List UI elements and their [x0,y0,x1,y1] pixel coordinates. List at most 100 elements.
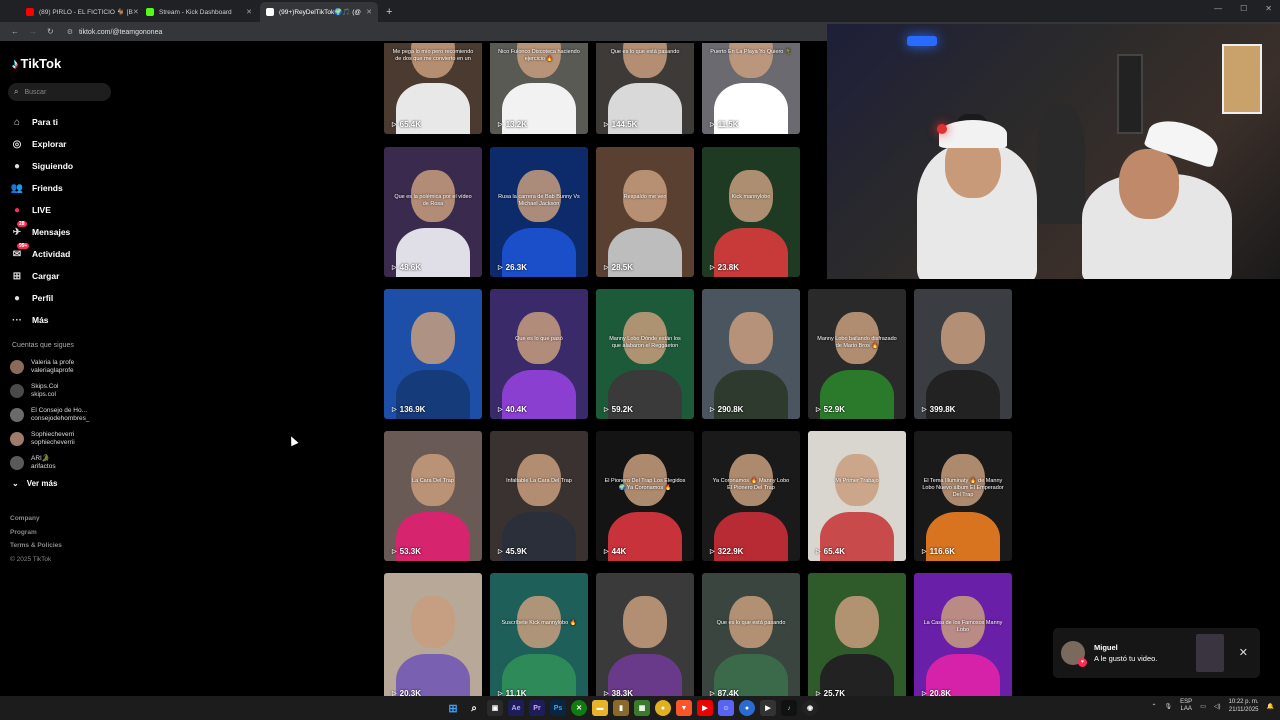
video-tile[interactable]: Mi Primer Trabajo ▷ 65.4K [808,431,906,561]
brave-icon[interactable]: ▼ [676,700,692,716]
close-icon[interactable]: ✕ [1239,646,1248,659]
view-count-value: 322.9K [717,547,744,556]
video-tile[interactable]: Manny Lobo Dónde están los que alabaron … [596,289,694,419]
video-tile[interactable]: ▷ 399.8K [914,289,1012,419]
video-tile[interactable]: ▷ 20.3K [384,573,482,696]
video-tile[interactable]: Me pega lo mío pero recomiendo de dos qu… [384,43,482,134]
nav-item-mensajes[interactable]: ✈ 28 Mensajes [10,221,73,243]
video-tile[interactable]: Ya Coronamos 🔥 Manny Lobo El Pionero Del… [702,431,800,561]
premiere-icon[interactable]: Pr [529,700,545,716]
back-icon[interactable]: ← [11,27,19,36]
following-account[interactable]: Skips.Col skips.col [10,379,90,403]
search-input[interactable]: ⌕ Buscar [8,83,111,101]
footer-link-program[interactable]: Program [10,526,62,540]
nav-item-parati[interactable]: ⌂ Para ti [10,111,73,133]
browser-tab[interactable]: Stream - Kick Dashboard ✕ [140,2,258,22]
view-count-value: 53.3K [399,547,421,556]
network-icon[interactable]: ▭ [1200,703,1206,710]
video-tile[interactable]: Kick mannylobo ▷ 23.8K [702,147,800,277]
play-icon: ▷ [604,265,609,271]
video-tile[interactable]: Rusa la carrera de Bab Bunny Vs Michael … [490,147,588,277]
video-tile[interactable]: El Tema Illuminaty 🔥 de Manny Lobo Nuevo… [914,431,1012,561]
search-icon[interactable]: ⌕ [466,700,482,716]
nav-item-explorar[interactable]: ◎ Explorar [10,133,73,155]
view-count-value: 20.3K [399,689,421,696]
video-tile[interactable]: ▷ 290.8K [702,289,800,419]
task-view-icon[interactable]: ▣ [487,700,503,716]
video-tile[interactable]: La Casa de los Famosos Manny Lobo ▷ 20.8K [914,573,1012,696]
chrome-icon[interactable]: ● [655,700,671,716]
language-indicator[interactable]: ESP LAA [1180,699,1192,713]
following-account[interactable]: Sophiecheverri sophiecheverrii [10,427,90,451]
video-tile[interactable]: Nico Fulonco Discoteca haciendo ejercici… [490,43,588,134]
nav-item-cargar[interactable]: ⊞ Cargar [10,265,73,287]
tab-title: (99+)ReyDelTikTok🌍🎵 (@ [279,9,361,16]
volume-icon[interactable]: ◁) [1214,703,1221,710]
photoshop-icon[interactable]: Ps [550,700,566,716]
site-info-icon[interactable]: ⚙ [67,29,73,36]
account-handle: arifactos [31,463,56,470]
video-tile[interactable]: Que es la polémica por el vídeo de Rosa ▷… [384,147,482,277]
file-explorer-icon[interactable]: ▬ [592,700,608,716]
video-tile[interactable]: ▷ 136.9K [384,289,482,419]
following-account[interactable]: Valeria la profe valeriaglaprofe [10,355,90,379]
obs-icon[interactable]: ◉ [802,700,818,716]
clock[interactable]: 10:22 p. m. 21/11/2025 [1228,698,1258,714]
video-tile[interactable]: Infaltable La Cara Del Trap ▷ 45.9K [490,431,588,561]
new-tab-button[interactable]: + [386,2,392,22]
browser-tab[interactable]: (89) PIRLO - EL FICTICIO 🐐 [B ✕ [20,2,138,22]
video-tile[interactable]: La Cara Del Trap ▷ 53.3K [384,431,482,561]
maximize-icon[interactable]: ☐ [1240,4,1247,13]
nav-item-actividad[interactable]: ✉ 99+ Actividad [10,243,73,265]
chrome-icon[interactable]: ● [739,700,755,716]
media-player-icon[interactable]: ▶ [760,700,776,716]
like-notification[interactable]: ♥ Miguel A le gustó tu video. ✕ [1053,628,1260,678]
minimize-icon[interactable]: — [1214,4,1222,13]
notification-bell-icon[interactable]: 🔔 [1267,703,1274,710]
tiktok-logo[interactable]: ♪ TikTok [12,56,61,71]
video-caption: Que es lo que está pasando [716,619,786,626]
footer-link-terms[interactable]: Terms & Policies [10,539,62,553]
video-tile[interactable]: Que es lo que pasó ▷ 40.4K [490,289,588,419]
nav-item-ms[interactable]: ··· Más [10,309,73,331]
after-effects-icon[interactable]: Ae [508,700,524,716]
nav-item-perfil[interactable]: ● Perfil [10,287,73,309]
footer-link-company[interactable]: Company [10,512,62,526]
discord-icon[interactable]: ☺ [718,700,734,716]
minecraft-icon[interactable]: ▦ [634,700,650,716]
clock-time: 10:22 p. m. [1228,699,1259,705]
chevron-up-icon[interactable]: ⌃ [1152,703,1157,710]
nav-item-live[interactable]: ● LIVE [10,199,73,221]
tiktok-icon[interactable]: ♪ [781,700,797,716]
youtube-icon[interactable]: ▶ [697,700,713,716]
app-icon[interactable]: ▮ [613,700,629,716]
windows-start-icon[interactable]: ⊞ [445,700,461,716]
following-account[interactable]: El Consejo de Ho... consejodehombres_ [10,403,90,427]
video-tile[interactable]: Que es lo que está pasando ▷ 144.5K [596,43,694,134]
tab-close-icon[interactable]: ✕ [246,8,252,16]
ver-mas-button[interactable]: ⌄ Ver más [12,479,57,488]
close-window-icon[interactable]: ✕ [1265,4,1272,13]
video-tile[interactable]: Manny Lobo bailando disfrazado de Mario … [808,289,906,419]
browser-tab[interactable]: (99+)ReyDelTikTok🌍🎵 (@ ✕ [260,2,378,22]
nav-item-friends[interactable]: 👥 Friends [10,177,73,199]
tab-close-icon[interactable]: ✕ [366,8,372,16]
video-tile[interactable]: ▷ 25.7K [808,573,906,696]
nav-item-siguiendo[interactable]: ● Siguiendo [10,155,73,177]
view-count: ▷ 45.9K [498,547,527,556]
video-tile[interactable]: Respaldo me veo ▷ 28.5K [596,147,694,277]
microphone-icon[interactable]: 🎙 [1165,703,1173,710]
tiktok-note-icon: ♪ [12,56,19,71]
reload-icon[interactable]: ↻ [47,27,54,36]
video-tile[interactable]: Que es lo que está pasando ▷ 87.4K [702,573,800,696]
following-account[interactable]: ARI🐊 arifactos [10,451,90,475]
video-tile[interactable]: ▷ 38.3K [596,573,694,696]
video-tile[interactable]: Suscríbete Kick mannylobo 🔥 ▷ 11.1K [490,573,588,696]
xbox-icon[interactable]: ✕ [571,700,587,716]
tab-close-icon[interactable]: ✕ [133,8,138,16]
url-field[interactable]: ⚙ tiktok.com/@teamgononea [67,28,163,36]
video-tile[interactable]: El Pionero Del Trap Los Elegidos 🌍 Ya Co… [596,431,694,561]
video-tile[interactable]: Puerto En La Playa Yo Quiero 🌴 ▷ 11.5K [702,43,800,134]
forward-icon[interactable]: → [29,27,37,36]
video-caption: Nico Fulonco Discoteca haciendo ejercici… [498,48,580,62]
